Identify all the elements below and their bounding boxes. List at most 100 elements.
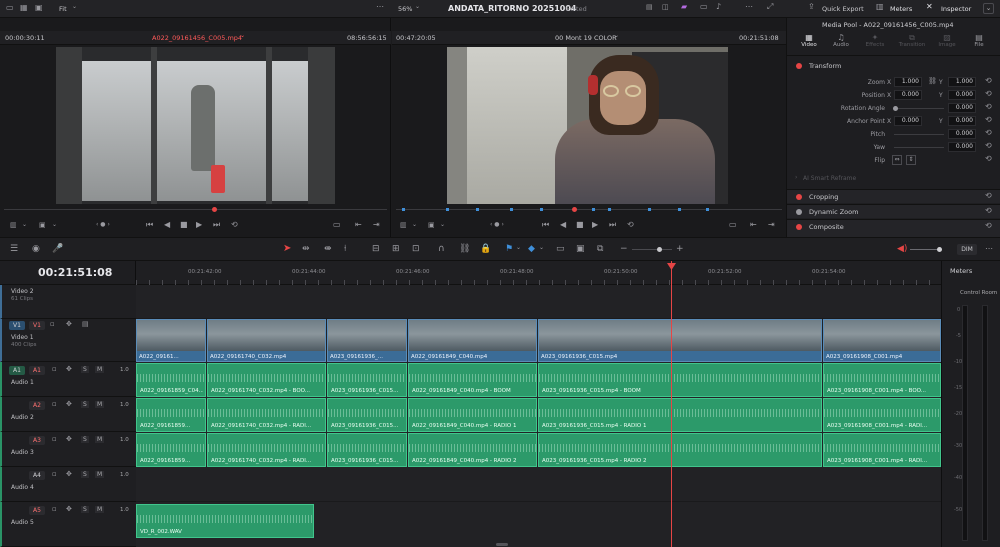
play-reverse-icon[interactable]: ◀ — [560, 221, 566, 229]
mark-in-icon[interactable]: ⇤ — [750, 221, 757, 229]
position-x-input[interactable]: 0.000 — [894, 90, 922, 100]
track-header-audio4[interactable]: A4 ▫ ✥ S M 1.0 Audio 4 — [0, 467, 136, 502]
go-to-end-icon[interactable]: ⏭ — [213, 221, 220, 229]
reset-icon[interactable]: ⟲ — [985, 103, 992, 111]
reset-icon[interactable]: ⟲ — [985, 155, 992, 163]
display-icon[interactable]: ▭ — [700, 3, 708, 11]
meters-button[interactable]: Meters — [890, 5, 912, 13]
timeline-playhead-marker[interactable] — [572, 207, 577, 212]
inspector-button[interactable]: Inspector — [941, 5, 971, 13]
lock-icon[interactable]: ▫ — [52, 366, 57, 373]
track-visibility-icon[interactable]: ▤ — [82, 321, 89, 328]
chevron-down-icon[interactable]: ⌄ — [22, 222, 27, 228]
trim-tool-icon[interactable]: ⇹ — [302, 245, 310, 254]
viewer-layout-icon[interactable]: ▦ — [20, 4, 28, 12]
zoom-y-input[interactable]: 1.000 — [948, 77, 976, 87]
go-to-start-icon[interactable]: ⏮ — [146, 221, 153, 229]
marker-icon[interactable] — [402, 208, 405, 211]
source-playhead[interactable] — [212, 207, 217, 212]
yaw-slider[interactable] — [894, 147, 944, 148]
enable-dot-icon[interactable] — [796, 194, 802, 200]
audio-clip[interactable]: A023_09161936_C015... — [327, 363, 407, 397]
audio1-lane[interactable]: A022_09161859_C04... A022_09161740_C032.… — [136, 363, 941, 397]
yaw-input[interactable]: 0.000 — [948, 142, 976, 152]
audio-clip[interactable]: A022_09161859_C04... — [136, 363, 206, 397]
microphone-icon[interactable]: 🎤 — [52, 245, 63, 254]
meters-icon[interactable]: ▥ — [876, 3, 884, 11]
linked-selection-icon[interactable]: ⛓ — [459, 245, 470, 254]
dynamic-trim-icon[interactable]: ⇼ — [324, 245, 332, 254]
zoom-x-input[interactable]: 1.000 — [894, 77, 922, 87]
video1-lane[interactable]: A022_09161... A022_09161740_C032.mp4 A02… — [136, 319, 941, 362]
audio-clip[interactable]: A023_09161936_C015... — [327, 433, 407, 467]
cropping-section-header[interactable]: Cropping ⟲ — [787, 189, 1000, 203]
dynamic-zoom-section-header[interactable]: Dynamic Zoom ⟲ — [787, 204, 1000, 218]
chevron-down-icon[interactable]: ⌄ — [983, 3, 994, 14]
audio4-lane[interactable] — [136, 468, 941, 502]
marker-icon[interactable] — [476, 208, 479, 211]
solo-button[interactable]: S — [81, 471, 89, 478]
enable-dot-icon[interactable] — [796, 224, 802, 230]
marker-icon[interactable] — [446, 208, 449, 211]
solo-button[interactable]: S — [81, 366, 89, 373]
track-volume[interactable]: 1.0 — [120, 402, 129, 408]
mute-button[interactable]: M — [95, 366, 105, 373]
view-mode-icon[interactable]: ◫ — [662, 4, 669, 11]
jog-left-icon[interactable]: ‹ ● › — [96, 222, 110, 228]
audio-clip[interactable]: A023_09161936_C015.mp4 - RADIO 1 — [538, 398, 822, 432]
horizontal-scrollbar[interactable] — [496, 543, 508, 546]
media-pool-icon[interactable]: ▭ — [6, 4, 14, 12]
zoom-slider-knob[interactable] — [657, 247, 662, 252]
audio-icon[interactable]: ♪ — [716, 3, 721, 11]
audio-clip[interactable]: A023_09161908_C001.mp4 - BOO... — [823, 363, 941, 397]
custom-zoom-icon[interactable]: ⧉ — [597, 245, 603, 254]
chevron-down-icon[interactable]: ⌄ — [52, 222, 57, 228]
video-clip[interactable]: A023_09161936_C015.mp4 — [538, 319, 822, 362]
audio-clip[interactable]: A023_09161936_C015... — [327, 398, 407, 432]
full-extent-zoom-icon[interactable]: ▭ — [556, 245, 565, 254]
chevron-down-icon[interactable]: ⌄ — [72, 4, 77, 10]
play-icon[interactable]: ▶ — [196, 221, 202, 229]
audio-clip[interactable]: A022_09161849_C040.mp4 - RADIO 1 — [408, 398, 537, 432]
audio-clip[interactable]: A022_09161740_C032.mp4 - RADI... — [207, 398, 326, 432]
reset-icon[interactable]: ⟲ — [985, 142, 992, 150]
mark-out-icon[interactable]: ⇥ — [373, 221, 380, 229]
track-volume[interactable]: 1.0 — [120, 507, 129, 513]
smart-reframe-row[interactable]: › AI Smart Reframe — [787, 172, 1000, 185]
composite-section-header[interactable]: Composite ⟲ — [787, 219, 1000, 237]
source-scrubber[interactable] — [0, 207, 391, 212]
solo-button[interactable]: S — [81, 436, 89, 443]
audio-output-icon[interactable]: ▣ — [39, 222, 46, 229]
rotation-slider-knob[interactable] — [893, 106, 898, 111]
volume-slider-knob[interactable] — [937, 247, 942, 252]
track-header-audio2[interactable]: A2 ▫ ✥ S M 1.0 Audio 2 — [0, 397, 136, 432]
audio-clip[interactable]: A022_09161849_C040.mp4 - RADIO 2 — [408, 433, 537, 467]
mute-button[interactable]: M — [95, 436, 105, 443]
tab-transition[interactable]: ⧉ Transition — [895, 34, 929, 49]
tab-image[interactable]: ▨ Image — [935, 34, 959, 49]
audio-clip[interactable]: A023_09161936_C015.mp4 - RADIO 2 — [538, 433, 822, 467]
video-clip[interactable]: A023_09161908_C001.mp4 — [823, 319, 941, 362]
more-options-icon[interactable]: ⋯ — [376, 3, 384, 11]
blade-tool-icon[interactable]: ⍿ — [344, 245, 346, 254]
track-badge[interactable]: A3 — [29, 436, 45, 445]
match-frame-icon[interactable]: ▭ — [729, 221, 737, 229]
more-options-icon[interactable]: ⋯ — [985, 245, 993, 253]
solo-button[interactable]: S — [81, 506, 89, 513]
jog-icon[interactable]: ‹ ● › — [490, 222, 504, 228]
timeline-zoom-select[interactable]: 56% — [398, 5, 412, 13]
pitch-slider[interactable] — [894, 134, 944, 135]
lock-icon[interactable]: ▫ — [52, 506, 57, 513]
marker-icon[interactable] — [678, 208, 681, 211]
marker-icon[interactable] — [510, 208, 513, 211]
audio-clip[interactable]: A022_09161740_C032.mp4 - BOO... — [207, 363, 326, 397]
go-to-end-icon[interactable]: ⏭ — [609, 221, 616, 229]
video2-lane[interactable] — [136, 285, 941, 319]
clip-icon[interactable]: ▥ — [400, 222, 407, 229]
audio-clip[interactable]: VD_R_002.WAV — [136, 504, 314, 538]
auto-select-icon[interactable]: ✥ — [66, 436, 72, 443]
play-reverse-icon[interactable]: ◀ — [164, 221, 170, 229]
timeline-playhead[interactable] — [671, 261, 672, 547]
audio-clip[interactable]: A023_09161936_C015.mp4 - BOOM — [538, 363, 822, 397]
solo-button[interactable]: S — [81, 401, 89, 408]
